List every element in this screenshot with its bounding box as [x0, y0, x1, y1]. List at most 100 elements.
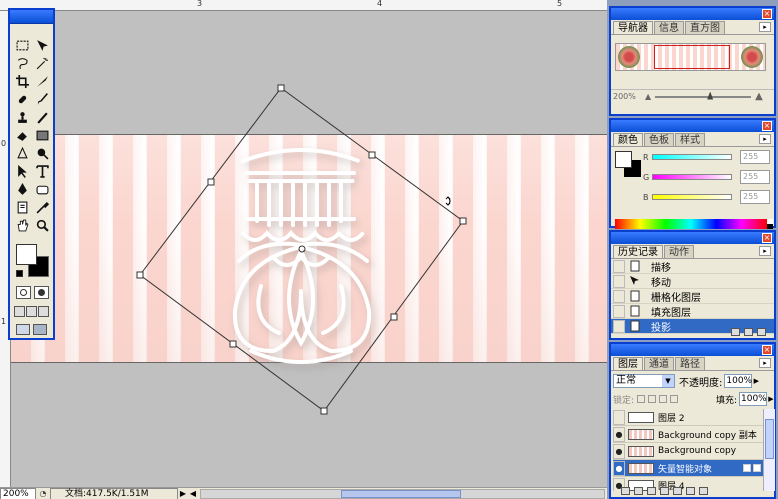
link-layers-button[interactable] [621, 487, 630, 495]
navigator-thumbnail[interactable] [615, 43, 766, 71]
history-source-checkbox[interactable] [613, 274, 625, 288]
tab-histogram[interactable]: 直方图 [685, 21, 725, 34]
default-colors-icon[interactable] [16, 270, 23, 277]
color-ramp[interactable] [615, 219, 767, 229]
new-group-button[interactable] [673, 487, 682, 495]
tab-info[interactable]: 信息 [654, 21, 684, 34]
clone-stamp-icon[interactable] [13, 108, 32, 126]
foreground-color-swatch[interactable] [16, 244, 37, 265]
adjustment-layer-button[interactable] [660, 487, 669, 495]
delete-state-button[interactable] [757, 328, 766, 336]
blue-slider[interactable] [652, 194, 732, 200]
black-white-ramp[interactable] [767, 219, 773, 229]
screen-mode-full-button[interactable] [38, 306, 49, 317]
zoom-tool-icon[interactable] [33, 216, 52, 234]
blue-value-field[interactable]: 255 [740, 190, 770, 204]
layers-scrollbar[interactable] [763, 409, 775, 491]
tab-color[interactable]: 颜色 [613, 133, 643, 146]
layer-row[interactable]: ● 矢量智能对象 [613, 460, 763, 477]
green-value-field[interactable]: 255 [740, 170, 770, 184]
opacity-arrow-icon[interactable]: ▶ [752, 377, 760, 385]
eye-icon[interactable]: ● [613, 426, 625, 442]
new-snapshot-button[interactable] [744, 328, 753, 336]
close-icon[interactable]: × [762, 9, 772, 19]
history-item[interactable]: 描移 [611, 259, 774, 274]
lock-position-icon[interactable] [659, 395, 668, 403]
eyedropper-icon[interactable] [33, 198, 52, 216]
zoom-field[interactable]: 200% [0, 487, 36, 499]
slice-tool-icon[interactable] [33, 72, 52, 90]
marquee-tool-icon[interactable] [13, 36, 32, 54]
navigator-zoom[interactable]: 200% [611, 92, 645, 101]
panel-titlebar[interactable]: × [611, 232, 774, 244]
color-panel-swatches[interactable] [615, 151, 641, 177]
layer-row[interactable]: ● Background copy [613, 443, 763, 460]
eye-icon[interactable]: ● [613, 460, 625, 476]
tab-navigator[interactable]: 导航器 [613, 21, 653, 34]
gradient-tool-icon[interactable] [33, 126, 52, 144]
tab-paths[interactable]: 路径 [675, 357, 705, 370]
crop-tool-icon[interactable] [13, 72, 32, 90]
history-brush-icon[interactable] [33, 108, 52, 126]
lock-pixels-icon[interactable] [648, 395, 657, 403]
jump-alt-button[interactable] [33, 324, 47, 335]
color-swatches[interactable] [16, 244, 50, 278]
scrollbar-thumb[interactable] [765, 419, 774, 459]
history-source-checkbox[interactable] [613, 289, 625, 303]
new-document-from-state-button[interactable] [731, 328, 740, 336]
effects-icon[interactable] [753, 464, 761, 472]
brush-tool-icon[interactable] [33, 90, 52, 108]
opacity-field[interactable]: 100% [724, 374, 753, 388]
screen-mode-full-menu-button[interactable] [26, 306, 37, 317]
tab-styles[interactable]: 样式 [675, 133, 705, 146]
tab-actions[interactable]: 动作 [664, 245, 694, 258]
lace-artwork[interactable] [11, 11, 607, 487]
quick-mask-button[interactable] [34, 286, 49, 299]
notes-tool-icon[interactable] [13, 198, 32, 216]
panel-titlebar[interactable]: × [611, 344, 774, 356]
layer-row[interactable]: 图层 2 [613, 409, 763, 426]
zoom-slider-knob[interactable] [707, 91, 714, 100]
history-item[interactable]: 移动 [611, 274, 774, 289]
magic-wand-icon[interactable] [33, 54, 52, 72]
foreground-color-swatch[interactable] [615, 151, 632, 168]
jump-to-imageready-button[interactable] [16, 324, 30, 335]
document-canvas[interactable] [11, 11, 607, 487]
status-menu-arrow-icon[interactable]: ▶ [178, 489, 188, 498]
close-icon[interactable]: × [762, 345, 772, 355]
history-item[interactable]: 填充图层 [611, 304, 774, 319]
status-info-icon[interactable]: ◔ [36, 488, 50, 499]
toolbox-titlebar[interactable] [10, 10, 53, 24]
view-box[interactable] [654, 45, 730, 69]
close-icon[interactable]: × [762, 233, 772, 243]
shape-tool-icon[interactable] [33, 180, 52, 198]
layer-style-button[interactable] [634, 487, 643, 495]
zoom-slider[interactable] [655, 91, 752, 100]
history-item[interactable]: 栅格化图层 [611, 289, 774, 304]
green-slider[interactable] [652, 174, 732, 180]
pen-tool-icon[interactable] [13, 180, 32, 198]
zoom-out-icon[interactable]: ▲ [645, 92, 651, 101]
lock-transparency-icon[interactable] [637, 395, 646, 403]
layer-row[interactable]: ● Background copy 副本 [613, 426, 763, 443]
fill-arrow-icon[interactable]: ▶ [767, 395, 775, 403]
eye-icon[interactable] [613, 409, 625, 425]
dodge-tool-icon[interactable] [33, 144, 52, 162]
scrollbar-thumb[interactable] [341, 489, 461, 498]
blend-mode-select[interactable]: 正常 ▼ [613, 374, 675, 388]
path-selection-icon[interactable] [13, 162, 32, 180]
history-source-checkbox[interactable] [613, 304, 625, 318]
panel-menu-icon[interactable]: ▸ [759, 22, 771, 32]
fill-field[interactable]: 100% [739, 392, 767, 406]
scroll-left-icon[interactable]: ◀ [188, 489, 198, 498]
type-tool-icon[interactable] [33, 162, 52, 180]
standard-mode-button[interactable] [16, 286, 31, 299]
hand-tool-icon[interactable] [13, 216, 32, 234]
tab-swatches[interactable]: 色板 [644, 133, 674, 146]
eraser-tool-icon[interactable] [13, 126, 32, 144]
panel-menu-icon[interactable]: ▸ [759, 358, 771, 368]
history-source-checkbox[interactable] [613, 259, 625, 273]
tab-layers[interactable]: 图层 [613, 357, 643, 370]
lasso-tool-icon[interactable] [13, 54, 32, 72]
layer-mask-button[interactable] [647, 487, 656, 495]
